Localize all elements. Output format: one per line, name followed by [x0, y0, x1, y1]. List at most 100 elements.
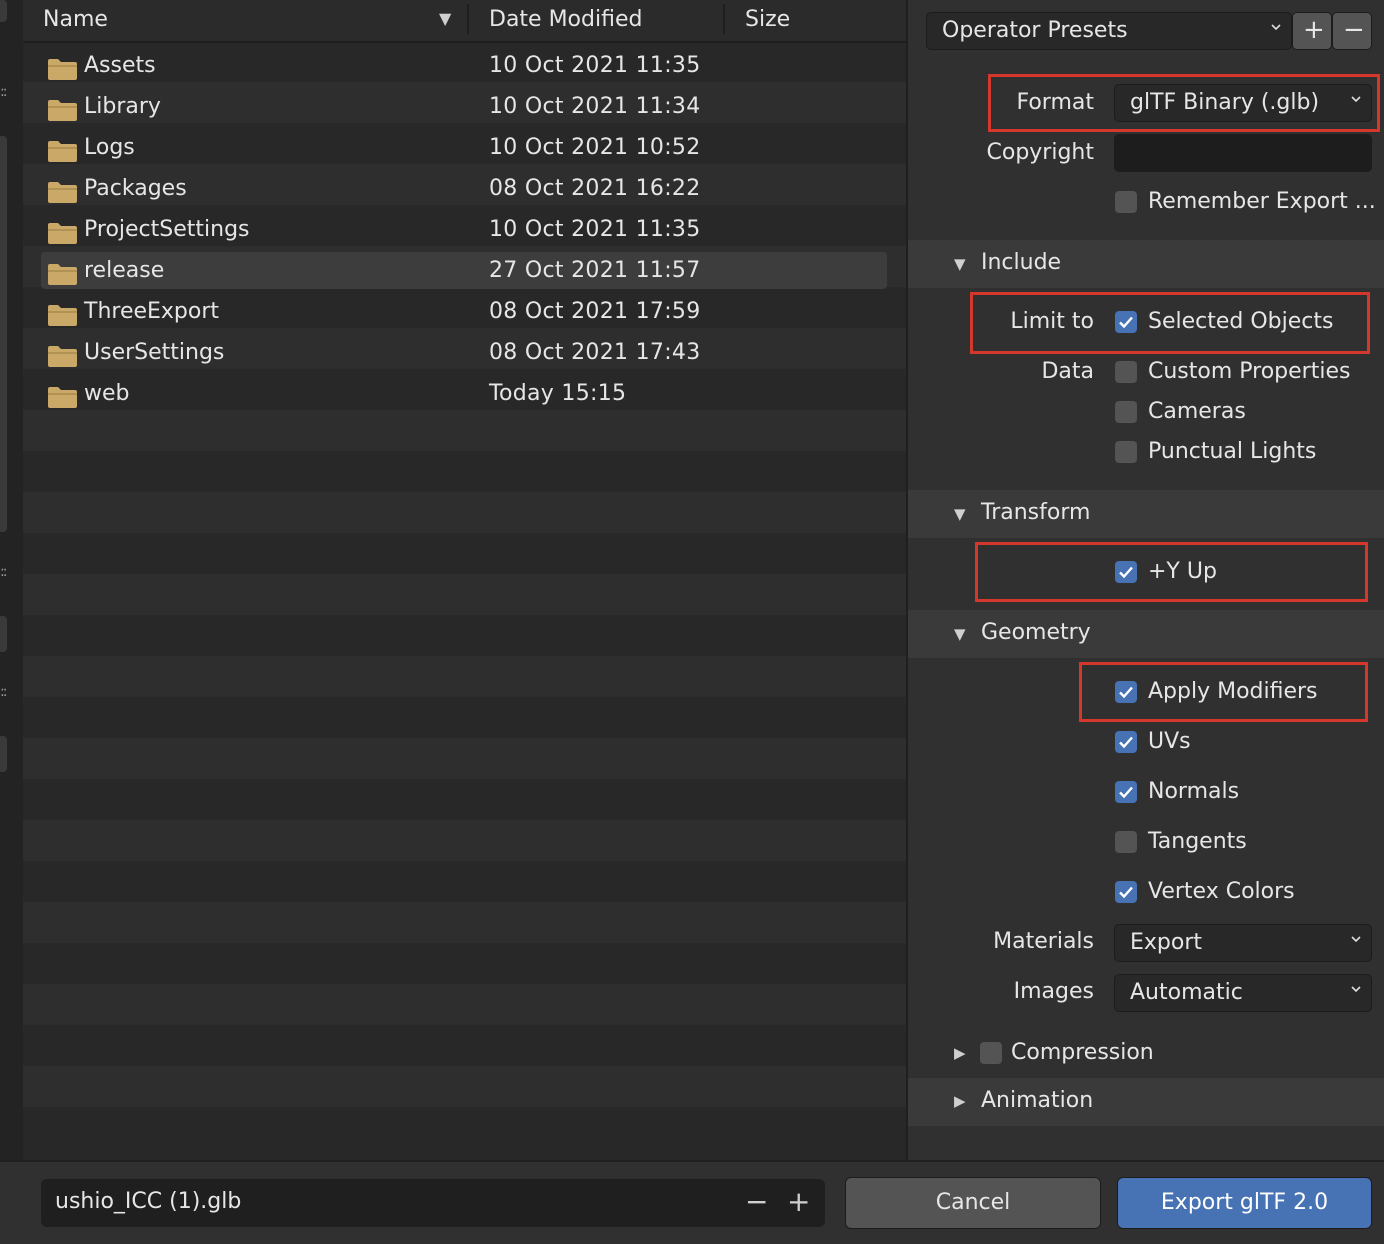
tangents-label: Tangents [1148, 829, 1247, 854]
footer-bar: ushio_ICC (1).glb − + Cancel Export glTF… [0, 1160, 1384, 1244]
vertex-colors-label: Vertex Colors [1148, 879, 1295, 904]
file-name: Packages [84, 176, 187, 201]
file-row[interactable]: web Today 15:15 [23, 374, 906, 415]
apply-modifiers-highlight [1079, 662, 1368, 722]
format-highlight [988, 74, 1380, 132]
file-name: Logs [84, 135, 135, 160]
compression-checkbox[interactable] [980, 1042, 1002, 1064]
column-date-modified[interactable]: Date Modified [489, 7, 642, 32]
minus-icon: − [1343, 15, 1365, 45]
custom-properties-checkbox[interactable] [1115, 361, 1137, 383]
file-row[interactable]: Library 10 Oct 2021 11:34 [23, 87, 906, 128]
materials-value: Export [1130, 930, 1203, 955]
materials-dropdown[interactable]: Export [1114, 924, 1372, 962]
remember-export-checkbox[interactable] [1115, 191, 1137, 213]
normals-label: Normals [1148, 779, 1240, 804]
remember-export-label: Remember Export ... [1148, 189, 1376, 214]
disclosure-closed-icon: ▶ [954, 1092, 966, 1110]
section-include[interactable]: ▼ Include [908, 240, 1384, 288]
sidebar-panel-edge [0, 736, 7, 772]
file-name: Library [84, 94, 161, 119]
data-label: Data [1041, 359, 1094, 384]
punctual-lights-checkbox[interactable] [1115, 441, 1137, 463]
checkmark-icon [1119, 886, 1133, 899]
increment-filename-button[interactable]: + [787, 1185, 810, 1218]
operator-presets-label: Operator Presets [942, 18, 1128, 43]
limit-to-highlight [970, 292, 1370, 354]
folder-icon [48, 140, 77, 162]
disclosure-open-icon: ▼ [954, 255, 966, 273]
images-dropdown[interactable]: Automatic [1114, 974, 1372, 1012]
file-date: 08 Oct 2021 16:22 [489, 176, 701, 201]
copyright-field[interactable] [1114, 134, 1372, 172]
chevron-down-icon [1351, 986, 1361, 993]
section-animation[interactable]: ▶ Animation [908, 1078, 1384, 1126]
drag-handle-icon[interactable]: :: [0, 564, 8, 580]
plus-icon: + [1303, 15, 1325, 45]
filename-value: ushio_ICC (1).glb [55, 1189, 242, 1214]
images-value: Automatic [1130, 980, 1243, 1005]
disclosure-closed-icon: ▶ [954, 1044, 966, 1062]
file-name: web [84, 381, 130, 406]
file-name: release [84, 258, 165, 283]
file-row[interactable]: release 27 Oct 2021 11:57 [23, 251, 906, 292]
file-row[interactable]: Assets 10 Oct 2021 11:35 [23, 46, 906, 87]
drag-handle-icon[interactable]: :: [0, 84, 8, 100]
file-list: Name ▼ Date Modified Size Assets 10 Oct 2… [23, 0, 906, 1160]
section-geometry[interactable]: ▼ Geometry [908, 610, 1384, 658]
file-row[interactable]: ProjectSettings 10 Oct 2021 11:35 [23, 210, 906, 251]
section-compression-title: Compression [1011, 1040, 1154, 1065]
section-transform[interactable]: ▼ Transform [908, 490, 1384, 538]
disclosure-open-icon: ▼ [954, 625, 966, 643]
file-date: 08 Oct 2021 17:59 [489, 299, 701, 324]
decrement-filename-button[interactable]: − [745, 1185, 768, 1218]
uvs-label: UVs [1148, 729, 1191, 754]
custom-properties-label: Custom Properties [1148, 359, 1351, 384]
folder-icon [48, 386, 77, 408]
folder-icon [48, 304, 77, 326]
file-date: Today 15:15 [489, 381, 627, 406]
filename-field[interactable]: ushio_ICC (1).glb − + [41, 1179, 825, 1227]
folder-icon [48, 345, 77, 367]
file-row[interactable]: Logs 10 Oct 2021 10:52 [23, 128, 906, 169]
images-label: Images [1013, 979, 1094, 1004]
file-date: 08 Oct 2021 17:43 [489, 340, 701, 365]
file-name: ThreeExport [84, 299, 220, 324]
column-header: Name ▼ Date Modified Size [23, 0, 906, 43]
disclosure-open-icon: ▼ [954, 505, 966, 523]
column-name[interactable]: Name [43, 7, 108, 32]
vertex-colors-checkbox[interactable] [1115, 881, 1137, 903]
sidebar-panel-edge [0, 616, 7, 652]
sidebar-panel-edge [0, 0, 7, 22]
folder-icon [48, 222, 77, 244]
cameras-checkbox[interactable] [1115, 401, 1137, 423]
file-row[interactable]: Packages 08 Oct 2021 16:22 [23, 169, 906, 210]
add-preset-button[interactable]: + [1292, 12, 1332, 50]
file-name: UserSettings [84, 340, 225, 365]
column-size[interactable]: Size [745, 7, 790, 32]
normals-checkbox[interactable] [1115, 781, 1137, 803]
section-geometry-title: Geometry [981, 620, 1091, 645]
section-compression[interactable]: ▶ Compression [908, 1030, 1384, 1078]
y-up-highlight [975, 542, 1368, 602]
sort-descending-icon[interactable]: ▼ [439, 9, 451, 28]
tangents-checkbox[interactable] [1115, 831, 1137, 853]
drag-handle-icon[interactable]: :: [0, 684, 8, 700]
uvs-checkbox[interactable] [1115, 731, 1137, 753]
section-animation-title: Animation [981, 1088, 1094, 1113]
file-date: 10 Oct 2021 11:35 [489, 217, 701, 242]
section-transform-title: Transform [981, 500, 1091, 525]
punctual-lights-label: Punctual Lights [1148, 439, 1317, 464]
file-row[interactable]: ThreeExport 08 Oct 2021 17:59 [23, 292, 906, 333]
cameras-label: Cameras [1148, 399, 1246, 424]
remove-preset-button[interactable]: − [1332, 12, 1372, 50]
cancel-button[interactable]: Cancel [845, 1177, 1101, 1229]
sidebar-panel-edge [0, 136, 7, 532]
export-button[interactable]: Export glTF 2.0 [1117, 1177, 1372, 1229]
folder-icon [48, 263, 77, 285]
file-row[interactable]: UserSettings 08 Oct 2021 17:43 [23, 333, 906, 374]
file-date: 10 Oct 2021 11:34 [489, 94, 701, 119]
operator-presets-dropdown[interactable]: Operator Presets [926, 12, 1292, 50]
file-date: 10 Oct 2021 11:35 [489, 53, 701, 78]
materials-label: Materials [993, 929, 1094, 954]
